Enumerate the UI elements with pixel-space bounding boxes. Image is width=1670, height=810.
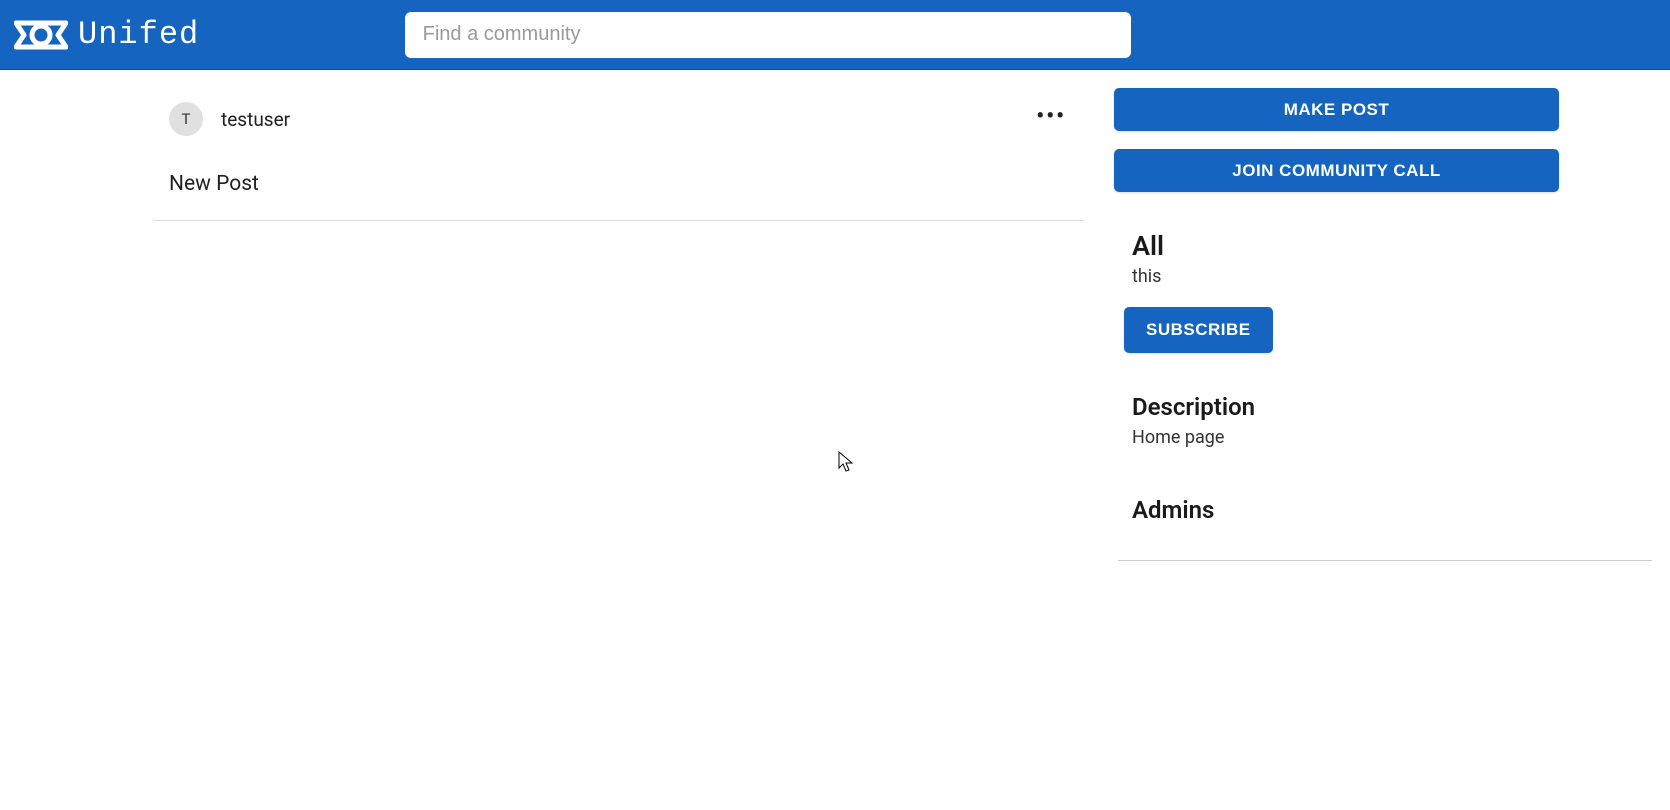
post-title: New Post: [169, 172, 1068, 196]
feed: T testuser ••• New Post: [0, 88, 1114, 561]
divider: [1118, 560, 1652, 561]
post-username[interactable]: testuser: [221, 108, 290, 131]
search-container: [199, 12, 1336, 58]
avatar[interactable]: T: [169, 102, 203, 136]
post-header: T testuser: [169, 102, 1068, 136]
brand-name: Unifed: [78, 16, 199, 53]
brand[interactable]: Unifed: [14, 15, 199, 55]
community-info: All this SUBSCRIBE: [1114, 210, 1656, 363]
admins-heading: Admins: [1132, 496, 1638, 524]
subscribe-button[interactable]: SUBSCRIBE: [1124, 307, 1273, 353]
description-block: Description Home page: [1114, 363, 1656, 458]
admins-block: Admins: [1114, 458, 1656, 542]
sidebar: MAKE POST JOIN COMMUNITY CALL All this S…: [1114, 88, 1670, 561]
post-card[interactable]: T testuser ••• New Post: [153, 88, 1084, 221]
community-name: All: [1132, 230, 1638, 262]
community-tagline: this: [1132, 266, 1638, 287]
description-text: Home page: [1132, 427, 1638, 448]
logo-icon: [14, 15, 68, 55]
search-input[interactable]: [405, 12, 1131, 58]
app-header: Unifed: [0, 0, 1670, 70]
description-heading: Description: [1132, 393, 1638, 421]
more-options-icon[interactable]: •••: [1036, 106, 1066, 128]
main-content: T testuser ••• New Post MAKE POST JOIN C…: [0, 70, 1670, 561]
make-post-button[interactable]: MAKE POST: [1114, 88, 1559, 131]
join-community-call-button[interactable]: JOIN COMMUNITY CALL: [1114, 149, 1559, 192]
